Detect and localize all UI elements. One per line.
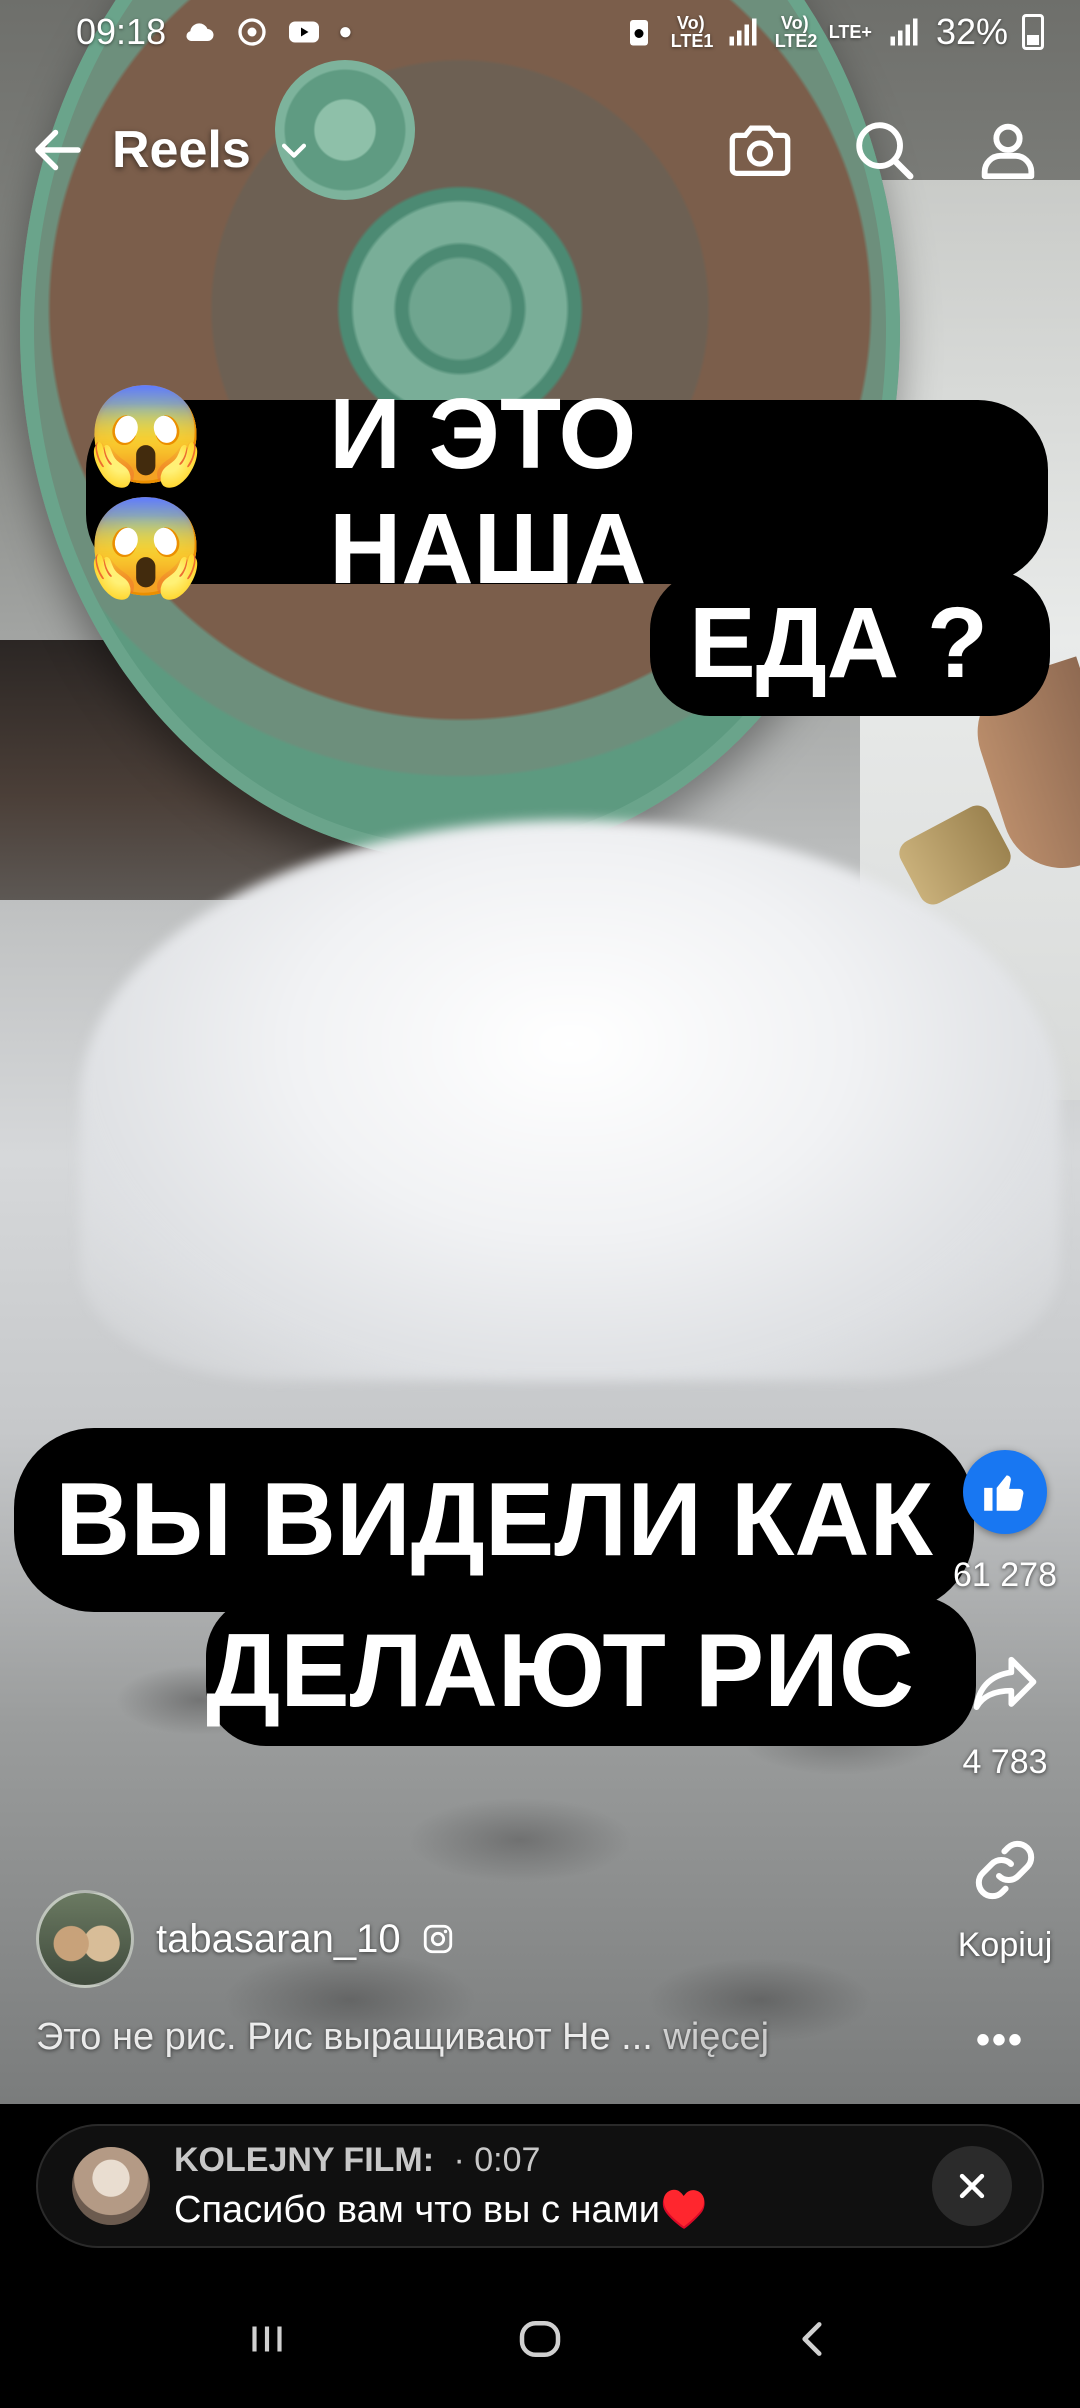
- home-button[interactable]: [500, 2299, 580, 2379]
- share-arrow-icon: [973, 1656, 1037, 1711]
- instagram-icon: [423, 1924, 452, 1954]
- caption-bottom-line2: ДЕЛАЮТ РИС: [206, 1596, 976, 1746]
- next-film-time: · 0:07: [453, 2140, 541, 2179]
- like-count: 61 278: [953, 1556, 1057, 1594]
- next-film-label: KOLEJNY FILM:: [174, 2140, 435, 2179]
- next-film-card[interactable]: KOLEJNY FILM: · 0:07 Спасибо вам что вы …: [36, 2124, 1044, 2248]
- more-link[interactable]: więcej: [663, 2016, 769, 2058]
- caption-top-line2: ЕДА ?: [650, 570, 1050, 716]
- profile-button[interactable]: [972, 114, 1044, 186]
- status-time: 09:18: [76, 11, 167, 52]
- sim1-label: Vo) LTE1: [670, 13, 714, 51]
- like-button[interactable]: [963, 1450, 1047, 1534]
- system-nav-bar: [0, 2270, 1080, 2408]
- sim2-label: Vo) LTE2: [774, 13, 818, 51]
- scream-emoji-icon: 😱😱: [86, 382, 206, 601]
- camera-button[interactable]: [724, 114, 796, 186]
- post-description[interactable]: Это не рис. Рис выращивают Не ... więcej: [36, 2016, 769, 2059]
- status-bar: 09:18 ● Vo) LTE1 Vo) LTE2 LTE+ 32%: [0, 0, 1080, 64]
- author-name[interactable]: tabasaran_10: [156, 1917, 401, 1962]
- alarm-icon: [629, 20, 648, 46]
- caption-top-line1: 😱😱 И ЭТО НАША: [86, 378, 1048, 605]
- share-button[interactable]: [965, 1645, 1045, 1725]
- back-nav-button[interactable]: [773, 2299, 853, 2379]
- caption-bottom-text2: ДЕЛАЮТ РИС: [206, 1612, 914, 1729]
- reel-video[interactable]: [0, 0, 1080, 2104]
- close-icon: [959, 2173, 985, 2199]
- share-count: 4 783: [962, 1743, 1048, 1781]
- signal-1-icon: [729, 18, 757, 46]
- notification-dot-icon: ●: [338, 18, 353, 45]
- network-type: LTE+: [828, 22, 872, 42]
- camera-icon: [729, 125, 791, 176]
- caption-top-text2: ЕДА ?: [688, 586, 988, 699]
- caption-bottom-line1: ВЫ ВИДЕЛИ КАК: [14, 1428, 974, 1612]
- signal-2-icon: [890, 18, 918, 46]
- battery-percent: 32%: [935, 11, 1008, 52]
- search-icon: [856, 122, 914, 180]
- chevron-left-icon: [802, 2322, 822, 2356]
- close-next-film-button[interactable]: [932, 2146, 1012, 2226]
- youtube-icon: [289, 21, 320, 43]
- arrow-left-icon: [35, 129, 81, 171]
- chevron-down-icon: [281, 143, 306, 158]
- copy-link-button[interactable]: [965, 1830, 1045, 1910]
- more-options-button[interactable]: •••: [976, 2018, 1024, 2063]
- copy-link-label[interactable]: Kopiuj: [958, 1926, 1053, 1965]
- search-button[interactable]: [848, 114, 920, 186]
- description-text: Это не рис. Рис выращивают Не ...: [36, 2016, 653, 2058]
- reels-header: Reels: [0, 100, 1080, 200]
- home-icon: [519, 2321, 561, 2357]
- cloud-icon: [186, 23, 214, 41]
- thumbs-up-icon: [984, 1475, 1024, 1511]
- recent-apps-icon: [252, 2326, 282, 2352]
- recent-apps-button[interactable]: [227, 2299, 307, 2379]
- sync-icon: [238, 18, 266, 46]
- avatar[interactable]: [36, 1890, 134, 1988]
- link-icon: [975, 1840, 1035, 1900]
- video-pile: [80, 820, 1060, 1380]
- caption-bottom-text1: ВЫ ВИДЕЛИ КАК: [55, 1461, 933, 1578]
- next-film-title: Спасибо вам что вы с нами♥️: [174, 2188, 708, 2231]
- page-title[interactable]: Reels: [112, 120, 251, 180]
- person-icon: [981, 123, 1035, 180]
- next-film-thumbnail: [72, 2147, 150, 2225]
- battery-icon: [1022, 14, 1044, 50]
- title-dropdown[interactable]: [277, 132, 313, 168]
- back-button[interactable]: [26, 118, 90, 182]
- action-rail: 61 278 4 783 Kopiuj: [930, 1450, 1080, 1965]
- author-row[interactable]: tabasaran_10: [36, 1890, 455, 1988]
